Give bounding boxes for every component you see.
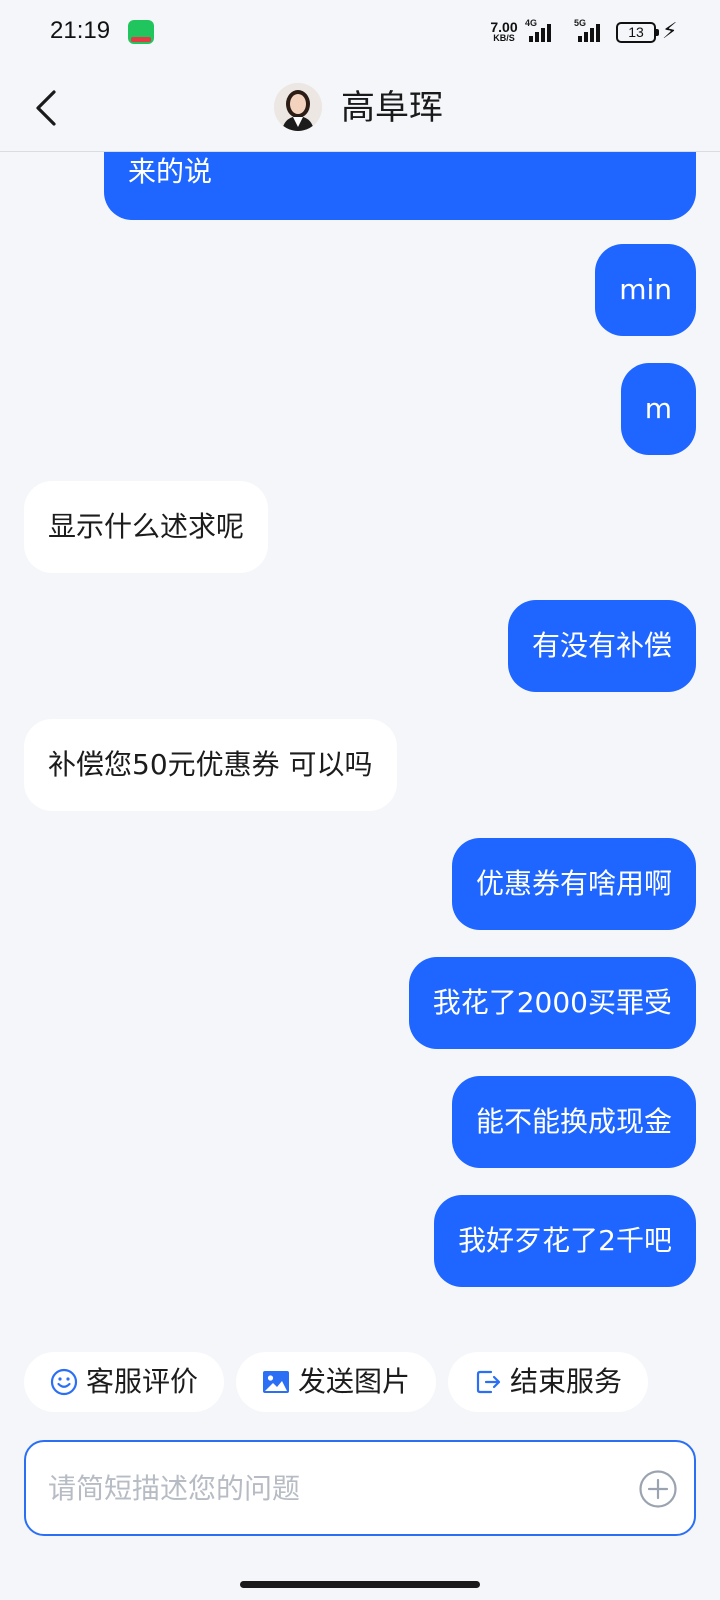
end-service-label: 结束服务 [510, 1365, 623, 1398]
chat-header: 高阜珲 [0, 64, 720, 152]
send-image-button[interactable]: 发送图片 [236, 1352, 436, 1412]
send-image-label: 发送图片 [298, 1365, 411, 1398]
message-input[interactable] [48, 1442, 608, 1534]
back-button[interactable] [24, 84, 72, 132]
battery-icon: 13 [616, 22, 659, 43]
signal-5g-icon: 5G [574, 18, 608, 42]
avatar[interactable] [274, 83, 322, 131]
status-time: 21:19 [50, 17, 111, 44]
message-input-box [24, 1440, 696, 1536]
home-indicator[interactable] [240, 1581, 480, 1588]
outgoing-message[interactable]: 我花了2000买罪受 [408, 957, 696, 1049]
network-speed-unit: KB/S [493, 33, 515, 43]
outgoing-message[interactable]: 来的说 [104, 152, 696, 220]
network-speed: 7.00 KB/S [488, 20, 520, 43]
exit-icon [476, 1370, 501, 1394]
end-service-button[interactable]: 结束服务 [448, 1352, 648, 1412]
signal-4g-icon: 4G [525, 18, 559, 42]
chevron-left-icon [36, 90, 56, 126]
incoming-message[interactable]: 显示什么述求呢 [24, 481, 269, 573]
outgoing-message[interactable]: 优惠券有啥用啊 [451, 838, 696, 930]
message-list[interactable]: 来的说 min m 显示什么述求呢 有没有补偿 补偿您50元优惠券 可以吗 优惠… [0, 152, 720, 1332]
network-speed-value: 7.00 [490, 19, 518, 35]
rate-service-button[interactable]: 客服评价 [24, 1352, 224, 1412]
status-bar: 21:19 7.00 KB/S 4G 5G 13 ⚡ [0, 0, 720, 64]
outgoing-message[interactable]: m [620, 363, 696, 455]
outgoing-message[interactable]: min [595, 244, 696, 336]
outgoing-message[interactable]: 我好歹花了2千吧 [434, 1195, 696, 1287]
incoming-message[interactable]: 补偿您50元优惠券 可以吗 [24, 719, 397, 811]
lightning-icon: ⚡ [662, 19, 678, 44]
outgoing-message[interactable]: 能不能换成现金 [451, 1076, 696, 1168]
rate-service-label: 客服评价 [86, 1365, 199, 1398]
app-notification-icon [128, 20, 154, 44]
chat-title: 高阜珲 [341, 88, 443, 128]
plus-circle-icon[interactable] [638, 1469, 678, 1509]
image-icon [263, 1371, 289, 1393]
outgoing-message[interactable]: 有没有补偿 [507, 600, 696, 692]
smile-icon [50, 1368, 78, 1396]
